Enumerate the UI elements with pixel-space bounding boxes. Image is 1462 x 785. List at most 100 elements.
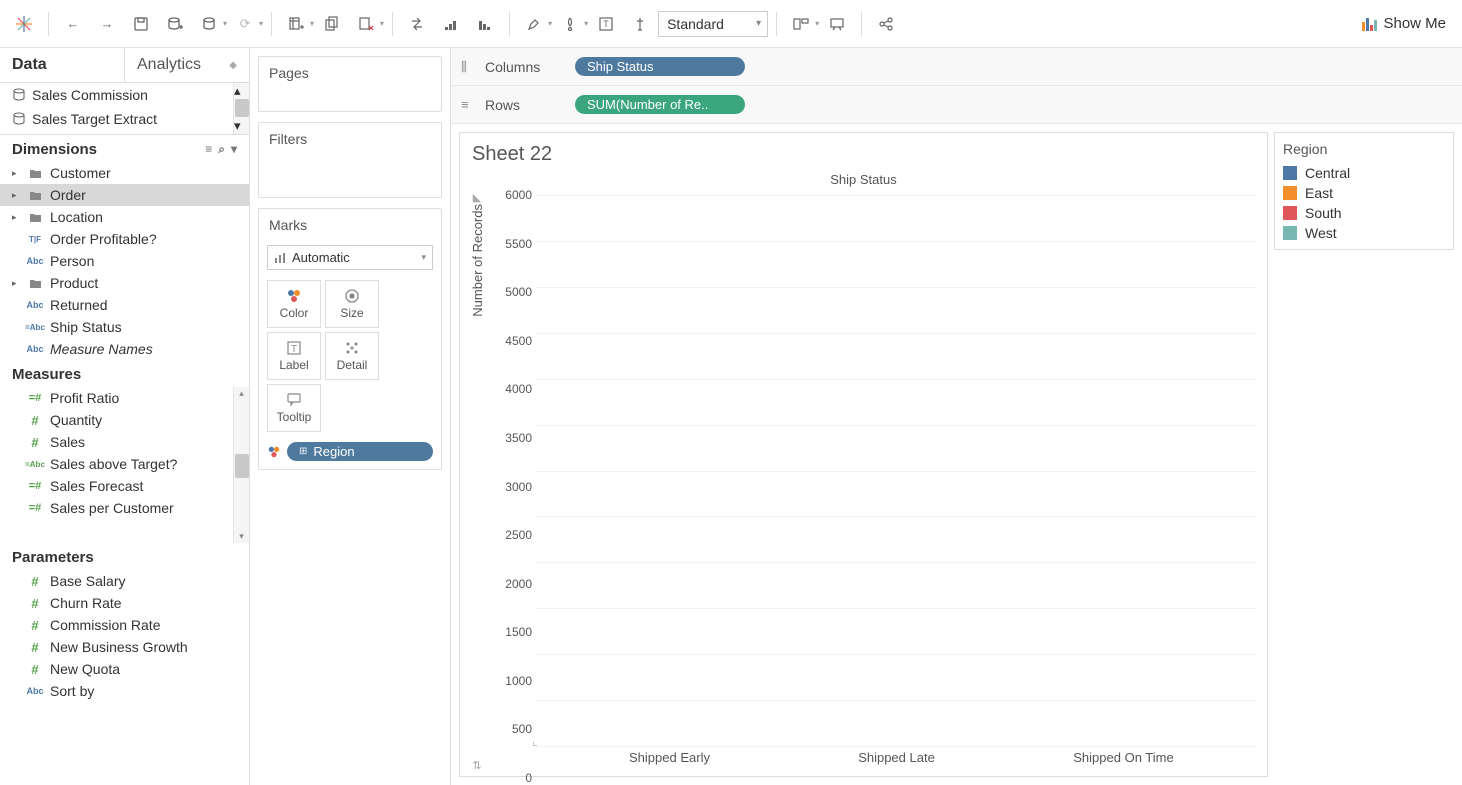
field-item[interactable]: #Commission Rate [0,614,249,636]
legend-item[interactable]: West [1283,223,1445,243]
dropdown-arrow-icon[interactable]: ▾ [310,19,314,28]
data-source-item[interactable]: Sales Target Extract [0,107,249,131]
number-icon: # [26,618,44,633]
scroll-up-icon[interactable]: ▴ [234,387,249,400]
save-icon[interactable] [125,8,157,40]
field-item[interactable]: ▸Customer [0,162,249,184]
field-item[interactable]: #Base Salary [0,570,249,592]
scroll-up-icon[interactable]: ▴ [234,83,249,99]
tableau-logo-icon[interactable] [8,8,40,40]
dropdown-arrow-icon[interactable]: ▾ [815,19,819,28]
dropdown-arrow-icon[interactable]: ▾ [584,19,588,28]
dropdown-arrow-icon[interactable]: ▾ [380,19,384,28]
marks-label-button[interactable]: TLabel [267,332,321,380]
field-item[interactable]: =AbcSales above Target? [0,453,249,475]
expand-icon[interactable]: ▸ [12,212,20,223]
legend-label: West [1305,225,1337,241]
sheet-title[interactable]: Sheet 22 [470,141,1257,172]
field-item[interactable]: T|FOrder Profitable? [0,228,249,250]
abc-calc-icon: =Abc [26,323,44,332]
marks-tooltip-button[interactable]: Tooltip [267,384,321,432]
labels-icon[interactable]: T [590,8,622,40]
legend-item[interactable]: Central [1283,163,1445,183]
marks-detail-button[interactable]: Detail [325,332,379,380]
expand-icon[interactable]: ▸ [12,168,20,179]
new-worksheet-icon[interactable] [280,8,312,40]
sort-desc-icon[interactable] [469,8,501,40]
color-pill-region[interactable]: ⊞Region [287,442,433,461]
new-datasource-icon[interactable] [159,8,191,40]
field-item[interactable]: #Quantity [0,409,249,431]
legend-item[interactable]: South [1283,203,1445,223]
menu-icon[interactable]: ▾ [231,142,237,157]
highlight-icon[interactable] [518,8,550,40]
show-cards-icon[interactable] [785,8,817,40]
back-icon[interactable]: ← [57,8,89,40]
fit-select[interactable]: Standard [658,11,768,37]
marks-color-button[interactable]: Color [267,280,321,328]
refresh-icon[interactable]: ⟳ [229,8,261,40]
share-icon[interactable] [870,8,902,40]
parameters-list: #Base Salary#Churn Rate#Commission Rate#… [0,570,249,785]
legend-title: Region [1283,139,1445,163]
field-label: Profit Ratio [50,390,119,406]
dropdown-arrow-icon[interactable]: ▾ [259,19,263,28]
field-item[interactable]: AbcPerson [0,250,249,272]
legend-item[interactable]: East [1283,183,1445,203]
clear-sheet-icon[interactable] [350,8,382,40]
search-icon[interactable]: ⌕ [218,142,225,157]
show-me-button[interactable]: Show Me [1353,11,1454,36]
dropdown-arrow-icon[interactable]: ▾ [223,19,227,28]
axis-sort-icon[interactable]: ⇅ [472,759,481,772]
auto-update-icon[interactable] [193,8,225,40]
field-item[interactable]: #Churn Rate [0,592,249,614]
field-item[interactable]: =#Profit Ratio [0,387,249,409]
field-item[interactable]: #Sales [0,431,249,453]
data-source-item[interactable]: Sales Commission [0,83,249,107]
presentation-icon[interactable] [821,8,853,40]
filters-shelf[interactable]: Filters [258,122,442,198]
expand-icon[interactable]: ▸ [12,278,20,289]
pin-icon[interactable] [624,8,656,40]
field-item[interactable]: AbcSort by [0,680,249,702]
parameters-header: Parameters [0,543,249,570]
marks-size-button[interactable]: Size [325,280,379,328]
field-item[interactable]: =#Sales Forecast [0,475,249,497]
expand-icon[interactable]: ▸ [12,190,20,201]
rows-pill[interactable]: SUM(Number of Re.. [575,95,745,114]
field-item[interactable]: #New Business Growth [0,636,249,658]
plot-area: ⌞ 05001000150020002500300035004000450050… [488,189,1257,772]
axis-sort-icon[interactable]: ◣ [473,191,481,204]
mark-type-select[interactable]: Automatic [267,245,433,270]
pages-shelf[interactable]: Pages [258,56,442,112]
field-item[interactable]: =#Sales per Customer [0,497,249,519]
view-list-icon[interactable]: ≡ [205,142,212,157]
group-icon[interactable] [554,8,586,40]
number-calc-icon: =# [26,502,44,514]
sort-asc-icon[interactable] [435,8,467,40]
measures-scrollbar[interactable]: ▴ ▾ [233,387,249,543]
field-item[interactable]: ▸Product [0,272,249,294]
field-item[interactable]: #New Quota [0,658,249,680]
field-item[interactable]: ▸Order [0,184,249,206]
tab-data[interactable]: Data [0,48,124,82]
columns-shelf[interactable]: ⫼ Columns Ship Status [451,48,1462,86]
folder-icon [26,211,44,224]
scroll-down-icon[interactable]: ▾ [234,530,249,543]
rows-shelf[interactable]: ≡ Rows SUM(Number of Re.. [451,86,1462,124]
duplicate-sheet-icon[interactable] [316,8,348,40]
field-item[interactable]: AbcMeasure Names [0,338,249,360]
tab-analytics[interactable]: Analytics◆ [124,48,249,82]
data-sources-scrollbar[interactable]: ▴ ▾ [233,83,249,134]
y-tick-label: 5000 [488,285,532,299]
field-item[interactable]: AbcReturned [0,294,249,316]
columns-pill[interactable]: Ship Status [575,57,745,76]
field-item[interactable]: ▸Location [0,206,249,228]
dropdown-arrow-icon[interactable]: ▾ [548,19,552,28]
columns-icon: ⫼ [461,59,475,75]
swap-icon[interactable] [401,8,433,40]
forward-icon[interactable]: → [91,8,123,40]
scroll-down-icon[interactable]: ▾ [234,118,249,134]
field-item[interactable]: =AbcShip Status [0,316,249,338]
legend-swatch [1283,206,1297,220]
